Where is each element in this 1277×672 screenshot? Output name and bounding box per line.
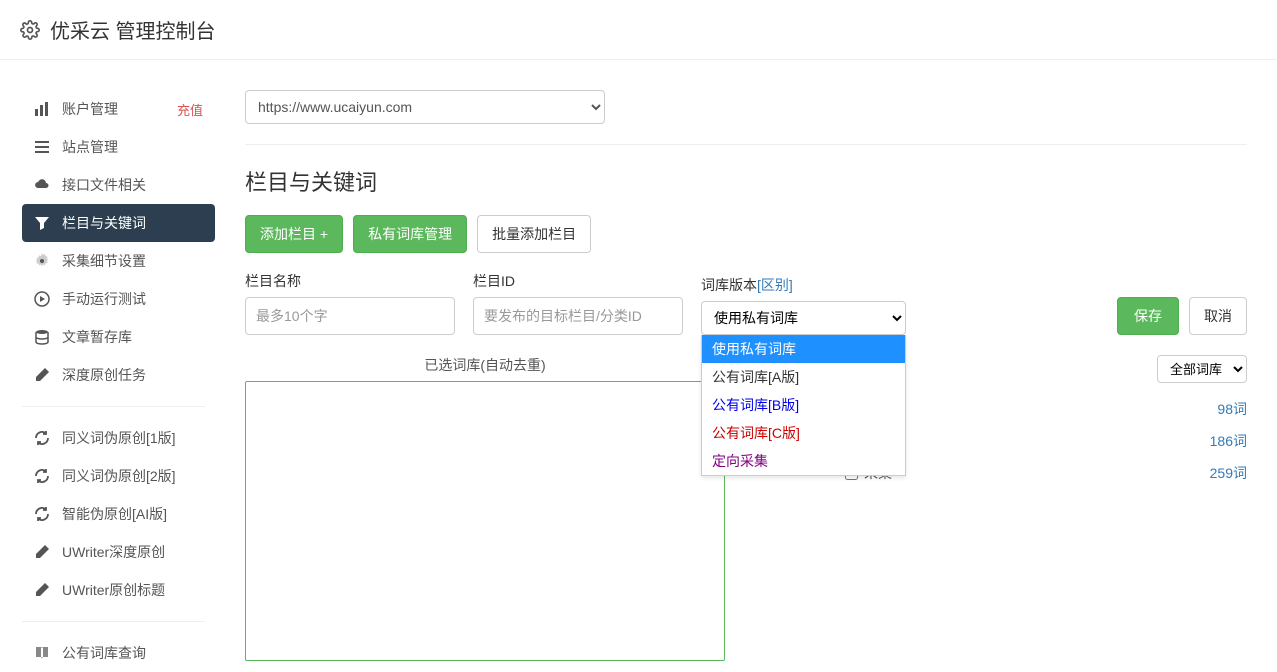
selected-wordlib-box[interactable]	[245, 381, 725, 661]
private-lib-button[interactable]: 私有词库管理	[353, 215, 467, 253]
sidebar-item-label: 同义词伪原创[2版]	[62, 466, 203, 486]
refresh-icon	[34, 430, 50, 446]
refresh-icon	[34, 506, 50, 522]
edit-icon	[34, 544, 50, 560]
cancel-button[interactable]: 取消	[1189, 297, 1247, 335]
cloud-icon	[34, 177, 50, 193]
sidebar-item-label: 手动运行测试	[62, 289, 203, 309]
version-label: 词库版本[区别]	[701, 275, 906, 295]
sidebar-item-文章暂存库[interactable]: 文章暂存库	[22, 318, 215, 356]
sidebar-item-label: 同义词伪原创[1版]	[62, 428, 203, 448]
wordlib-count[interactable]: 186词	[1210, 431, 1247, 451]
version-select[interactable]: 使用私有词库	[701, 301, 906, 335]
sidebar-item-采集细节设置[interactable]: 采集细节设置	[22, 242, 215, 280]
sidebar-item-UWriter深度原创[interactable]: UWriter深度原创	[22, 533, 215, 571]
selected-wordlib-title: 已选词库(自动去重)	[245, 355, 725, 375]
sidebar-item-label: 文章暂存库	[62, 327, 203, 347]
filter-icon	[34, 215, 50, 231]
sidebar-item-label: 公有词库查询	[62, 643, 203, 663]
site-select[interactable]: https://www.ucaiyun.com	[245, 90, 605, 124]
sidebar-item-同义词伪原创[2版][interactable]: 同义词伪原创[2版]	[22, 457, 215, 495]
sidebar-item-label: 接口文件相关	[62, 175, 203, 195]
sidebar-item-公有词库查询[interactable]: 公有词库查询	[22, 634, 215, 672]
sidebar-item-智能伪原创[AI版][interactable]: 智能伪原创[AI版]	[22, 495, 215, 533]
section-title: 栏目与关键词	[245, 165, 1247, 197]
gear-icon	[20, 20, 40, 40]
edit-icon	[34, 582, 50, 598]
name-input[interactable]	[245, 297, 455, 335]
dropdown-option[interactable]: 使用私有词库	[702, 335, 905, 363]
button-row: 添加栏目 + 私有词库管理 批量添加栏目	[245, 215, 1247, 253]
sidebar-item-接口文件相关[interactable]: 接口文件相关	[22, 166, 215, 204]
wordlib-name: 伪原创	[864, 431, 1210, 451]
db-icon	[34, 329, 50, 345]
id-label: 栏目ID	[473, 271, 683, 291]
sidebar-item-同义词伪原创[1版][interactable]: 同义词伪原创[1版]	[22, 419, 215, 457]
wordlib-count[interactable]: 98词	[1217, 399, 1247, 419]
version-diff-link[interactable]: [区别]	[757, 277, 793, 293]
gears-icon	[34, 253, 50, 269]
batch-add-button[interactable]: 批量添加栏目	[477, 215, 591, 253]
edit-icon	[34, 367, 50, 383]
wordlib-name: 采集	[864, 463, 1210, 483]
version-dropdown: 使用私有词库公有词库[A版]公有词库[B版]公有词库[C版]定向采集	[701, 335, 906, 476]
id-input[interactable]	[473, 297, 683, 335]
name-label: 栏目名称	[245, 271, 455, 291]
sidebar-item-label: UWriter深度原创	[62, 542, 203, 562]
sidebar-item-label: 深度原创任务	[62, 365, 203, 385]
sidebar-item-label: UWriter原创标题	[62, 580, 203, 600]
sidebar-item-label: 账户管理	[62, 99, 165, 119]
add-column-button[interactable]: 添加栏目 +	[245, 215, 343, 253]
dropdown-option[interactable]: 定向采集	[702, 447, 905, 475]
sidebar-item-栏目与关键词[interactable]: 栏目与关键词	[22, 204, 215, 242]
sidebar-item-手动运行测试[interactable]: 手动运行测试	[22, 280, 215, 318]
chart-icon	[34, 101, 50, 117]
topbar: 优采云 管理控制台	[0, 0, 1277, 60]
dropdown-option[interactable]: 公有词库[B版]	[702, 391, 905, 419]
list-icon	[34, 139, 50, 155]
sidebar-item-站点管理[interactable]: 站点管理	[22, 128, 215, 166]
wordlib-count[interactable]: 259词	[1210, 463, 1247, 483]
form-row: 栏目名称 栏目ID 词库版本[区别] 使用私有词库 使用私有词库公有词库[A版]…	[245, 271, 1247, 335]
sidebar-item-深度原创任务[interactable]: 深度原创任务	[22, 356, 215, 394]
save-button[interactable]: 保存	[1117, 297, 1179, 335]
divider	[245, 144, 1247, 145]
sidebar-item-UWriter原创标题[interactable]: UWriter原创标题	[22, 571, 215, 609]
book-icon	[34, 645, 50, 661]
sidebar-item-label: 采集细节设置	[62, 251, 203, 271]
sidebar-item-extra[interactable]: 充值	[177, 100, 203, 119]
dropdown-option[interactable]: 公有词库[A版]	[702, 363, 905, 391]
play-icon	[34, 291, 50, 307]
wordlib-filter-select[interactable]: 全部词库	[1157, 355, 1247, 383]
refresh-icon	[34, 468, 50, 484]
dropdown-option[interactable]: 公有词库[C版]	[702, 419, 905, 447]
sidebar: 账户管理充值站点管理接口文件相关栏目与关键词采集细节设置手动运行测试文章暂存库深…	[0, 60, 215, 672]
sidebar-item-label: 栏目与关键词	[62, 213, 203, 233]
sidebar-item-label: 站点管理	[62, 137, 203, 157]
sidebar-item-账户管理[interactable]: 账户管理充值	[22, 90, 215, 128]
selected-wordlib-panel: 已选词库(自动去重)	[245, 355, 725, 661]
main-content: https://www.ucaiyun.com 栏目与关键词 添加栏目 + 私有…	[215, 60, 1277, 672]
sidebar-item-label: 智能伪原创[AI版]	[62, 504, 203, 524]
app-title: 优采云 管理控制台	[50, 15, 216, 44]
